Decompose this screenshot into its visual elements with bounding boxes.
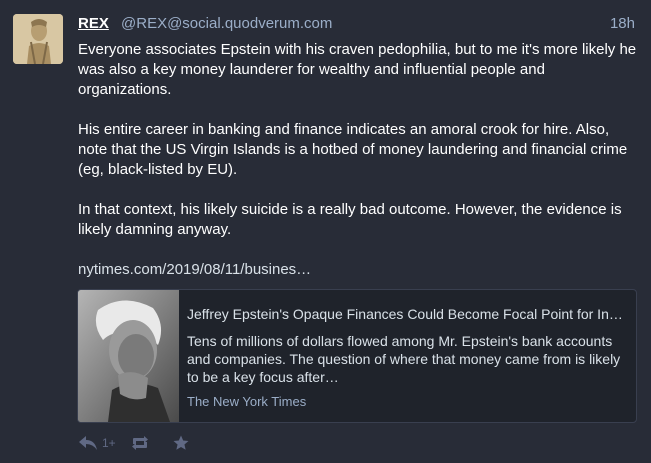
retweet-icon bbox=[131, 436, 148, 450]
avatar[interactable] bbox=[13, 14, 63, 64]
favourite-button[interactable] bbox=[172, 434, 190, 452]
card-thumbnail bbox=[78, 290, 179, 422]
status-header: REX @REX@social.quodverum.com 18h bbox=[78, 14, 635, 34]
reply-button[interactable]: 1+ bbox=[78, 435, 116, 451]
avatar-statue-image bbox=[13, 14, 63, 64]
thumbnail-portrait-image bbox=[78, 290, 179, 422]
status-content: Everyone associates Epstein with his cra… bbox=[78, 40, 638, 300]
reply-count: 1+ bbox=[102, 436, 116, 450]
boost-button[interactable] bbox=[130, 435, 150, 451]
card-provider: The New York Times bbox=[187, 394, 307, 409]
status-post: REX @REX@social.quodverum.com 18h Everyo… bbox=[0, 0, 651, 463]
card-description: Tens of millions of dollars flowed among… bbox=[187, 333, 621, 385]
card-title: Jeffrey Epstein's Opaque Finances Could … bbox=[187, 306, 624, 322]
reply-icon bbox=[79, 436, 97, 450]
status-paragraph: Everyone associates Epstein with his cra… bbox=[78, 41, 637, 98]
display-name[interactable]: REX bbox=[78, 15, 109, 32]
account-handle[interactable]: @REX@social.quodverum.com bbox=[121, 15, 332, 32]
status-paragraph: In that context, his likely suicide is a… bbox=[78, 201, 622, 238]
relative-time[interactable]: 18h bbox=[610, 14, 635, 34]
status-link[interactable]: nytimes.com/2019/08/11/busines… bbox=[78, 261, 311, 278]
status-action-bar: 1+ bbox=[78, 432, 190, 454]
card-text: Jeffrey Epstein's Opaque Finances Could … bbox=[187, 304, 624, 409]
link-preview-card[interactable]: Jeffrey Epstein's Opaque Finances Could … bbox=[77, 289, 637, 423]
star-icon bbox=[173, 435, 189, 450]
status-paragraph: His entire career in banking and finance… bbox=[78, 121, 628, 178]
